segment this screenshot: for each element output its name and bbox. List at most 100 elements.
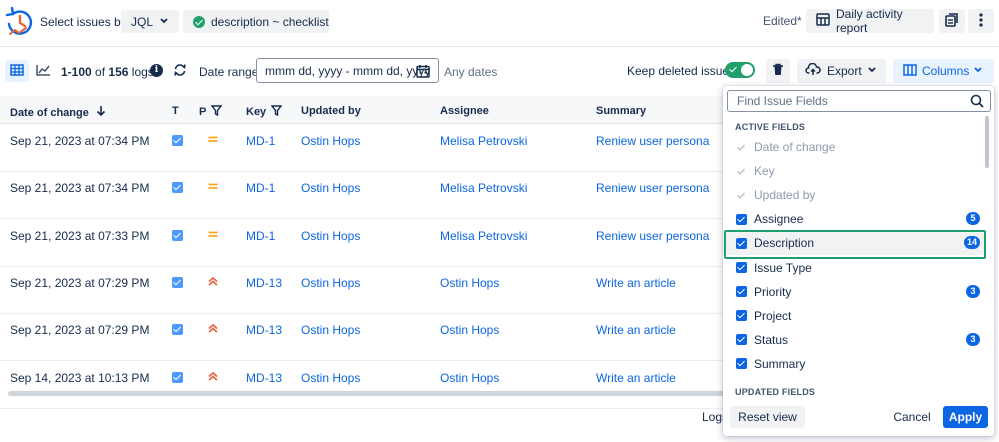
jql-mode-select[interactable]: JQL xyxy=(121,10,179,33)
field-issue-type[interactable]: Issue Type xyxy=(723,256,985,280)
updated-by-link[interactable]: Ostin Hops xyxy=(301,276,360,290)
any-dates-link[interactable]: Any dates xyxy=(444,65,497,79)
calendar-icon[interactable] xyxy=(416,64,430,81)
log-of: of xyxy=(95,65,106,79)
updated-by-link[interactable]: Ostin Hops xyxy=(301,181,360,195)
issue-key-link[interactable]: MD-1 xyxy=(246,134,275,148)
field-project[interactable]: Project xyxy=(723,304,985,328)
table-view-button[interactable] xyxy=(5,60,29,82)
table-row[interactable]: Sep 14, 2023 at 10:13 PM MD-13 Ostin Hops O… xyxy=(0,362,740,409)
filter-icon[interactable] xyxy=(270,105,283,119)
jql-query-chip[interactable]: description ~ checklist xyxy=(183,10,329,33)
column-header-key-label: Key xyxy=(246,106,267,118)
summary-link[interactable]: Reniew user persona xyxy=(596,229,709,243)
check-circle-icon xyxy=(193,15,205,28)
issue-key-link[interactable]: MD-1 xyxy=(246,181,275,195)
field-status[interactable]: Status 3 xyxy=(723,328,985,352)
summary-link[interactable]: Reniew user persona xyxy=(596,181,709,195)
assignee-link[interactable]: Ostin Hops xyxy=(440,276,499,290)
issue-key-link[interactable]: MD-1 xyxy=(246,229,275,243)
active-fields-title: ACTIVE FIELDS xyxy=(735,122,806,132)
field-priority[interactable]: Priority 3 xyxy=(723,280,985,304)
assignee-link[interactable]: Melisa Petrovski xyxy=(440,181,527,195)
columns-panel: ACTIVE FIELDS Date of change Key Updated b… xyxy=(723,86,994,436)
assignee-link[interactable]: Melisa Petrovski xyxy=(440,229,527,243)
search-icon[interactable] xyxy=(970,94,984,111)
column-header-summary[interactable]: Summary xyxy=(596,105,646,117)
issue-key-link[interactable]: MD-13 xyxy=(246,323,282,337)
find-issue-fields-input[interactable] xyxy=(727,90,991,112)
reset-view-button[interactable]: Reset view xyxy=(730,406,805,428)
export-button[interactable]: Export xyxy=(797,59,886,83)
task-type-icon xyxy=(172,182,183,194)
column-header-type[interactable]: T xyxy=(172,105,179,117)
assignee-link[interactable]: Ostin Hops xyxy=(440,323,499,337)
refresh-icon[interactable] xyxy=(173,63,187,80)
priority-medium-icon xyxy=(207,228,219,240)
table-row[interactable]: Sep 21, 2023 at 07:34 PM MD-1 Ostin Hops Me… xyxy=(0,172,740,220)
chart-view-button[interactable] xyxy=(33,60,53,82)
panel-scrollbar[interactable] xyxy=(985,116,989,168)
chevron-down-icon xyxy=(867,64,877,79)
delete-button[interactable] xyxy=(766,59,790,83)
line-chart-icon xyxy=(35,64,51,79)
columns-button[interactable]: Columns xyxy=(893,59,994,83)
field-checkbox[interactable] xyxy=(736,334,747,346)
table-row[interactable]: Sep 21, 2023 at 07:33 PM MD-1 Ostin Hops Me… xyxy=(0,220,740,267)
log-range: 1-100 xyxy=(61,65,92,79)
summary-link[interactable]: Write an article xyxy=(596,371,676,385)
updated-by-link[interactable]: Ostin Hops xyxy=(301,371,360,385)
horizontal-scrollbar[interactable] xyxy=(8,391,728,396)
column-header-priority[interactable]: P xyxy=(199,105,223,119)
field-checkbox[interactable] xyxy=(736,262,747,273)
more-options-button[interactable] xyxy=(968,9,994,33)
task-type-icon xyxy=(172,371,183,383)
field-label: Date of change xyxy=(754,140,836,154)
column-header-assignee[interactable]: Assignee xyxy=(440,105,489,117)
log-count: 1-100 of 156 logs xyxy=(61,65,154,79)
top-bar: Select issues by: JQL description ~ chec… xyxy=(0,0,999,46)
change-date: Sep 14, 2023 at 10:13 PM xyxy=(10,370,150,385)
updated-by-link[interactable]: Ostin Hops xyxy=(301,323,360,337)
priority-medium-icon xyxy=(207,180,219,192)
field-updated-by: Updated by xyxy=(723,183,985,207)
arrow-down-icon[interactable] xyxy=(96,105,106,120)
assignee-link[interactable]: Ostin Hops xyxy=(440,371,499,385)
column-header-updated-by[interactable]: Updated by xyxy=(301,105,361,117)
column-header-date[interactable]: Date of change xyxy=(10,105,106,120)
export-label: Export xyxy=(827,64,862,78)
date-range-input[interactable]: mmm dd, yyyy - mmm dd, yyyy xyxy=(256,58,439,83)
cloud-upload-icon xyxy=(805,62,821,79)
copy-button[interactable] xyxy=(939,9,965,33)
field-checkbox[interactable] xyxy=(736,310,747,322)
keep-deleted-issues-toggle[interactable] xyxy=(725,62,755,78)
apply-button[interactable]: Apply xyxy=(943,406,988,428)
field-assignee[interactable]: Assignee 5 xyxy=(723,207,985,231)
table-row[interactable]: Sep 21, 2023 at 07:29 PM MD-13 Ostin Hops O… xyxy=(0,267,740,314)
field-checkbox[interactable] xyxy=(736,358,747,370)
assignee-link[interactable]: Melisa Petrovski xyxy=(440,134,527,148)
updated-by-link[interactable]: Ostin Hops xyxy=(301,134,360,148)
table-header: Date of change T P Key Updated by Assign… xyxy=(0,96,740,124)
field-checkbox[interactable] xyxy=(736,286,747,298)
column-header-key[interactable]: Key xyxy=(246,105,283,119)
table-row[interactable]: Sep 21, 2023 at 07:29 PM MD-13 Ostin Hops O… xyxy=(0,314,740,362)
cancel-button[interactable]: Cancel xyxy=(889,406,935,428)
task-type-icon xyxy=(172,324,183,336)
field-summary[interactable]: Summary xyxy=(723,352,985,376)
priority-high-icon xyxy=(207,370,219,382)
issue-key-link[interactable]: MD-13 xyxy=(246,276,282,290)
summary-link[interactable]: Write an article xyxy=(596,276,676,290)
summary-link[interactable]: Reniew user persona xyxy=(596,134,709,148)
daily-activity-report-button[interactable]: Daily activity report xyxy=(806,7,934,35)
edited-indicator: Edited* xyxy=(763,14,802,28)
field-checkbox[interactable] xyxy=(736,213,747,225)
change-date: Sep 21, 2023 at 07:34 PM xyxy=(10,181,150,196)
table-row[interactable]: Sep 21, 2023 at 07:34 PM MD-1 Ostin Hops Me… xyxy=(0,125,740,172)
issue-key-link[interactable]: MD-13 xyxy=(246,371,282,385)
field-label: Issue Type xyxy=(754,260,812,275)
updated-by-link[interactable]: Ostin Hops xyxy=(301,229,360,243)
filter-icon[interactable] xyxy=(210,105,223,119)
summary-link[interactable]: Write an article xyxy=(596,323,676,337)
info-icon[interactable]: i xyxy=(150,64,163,77)
